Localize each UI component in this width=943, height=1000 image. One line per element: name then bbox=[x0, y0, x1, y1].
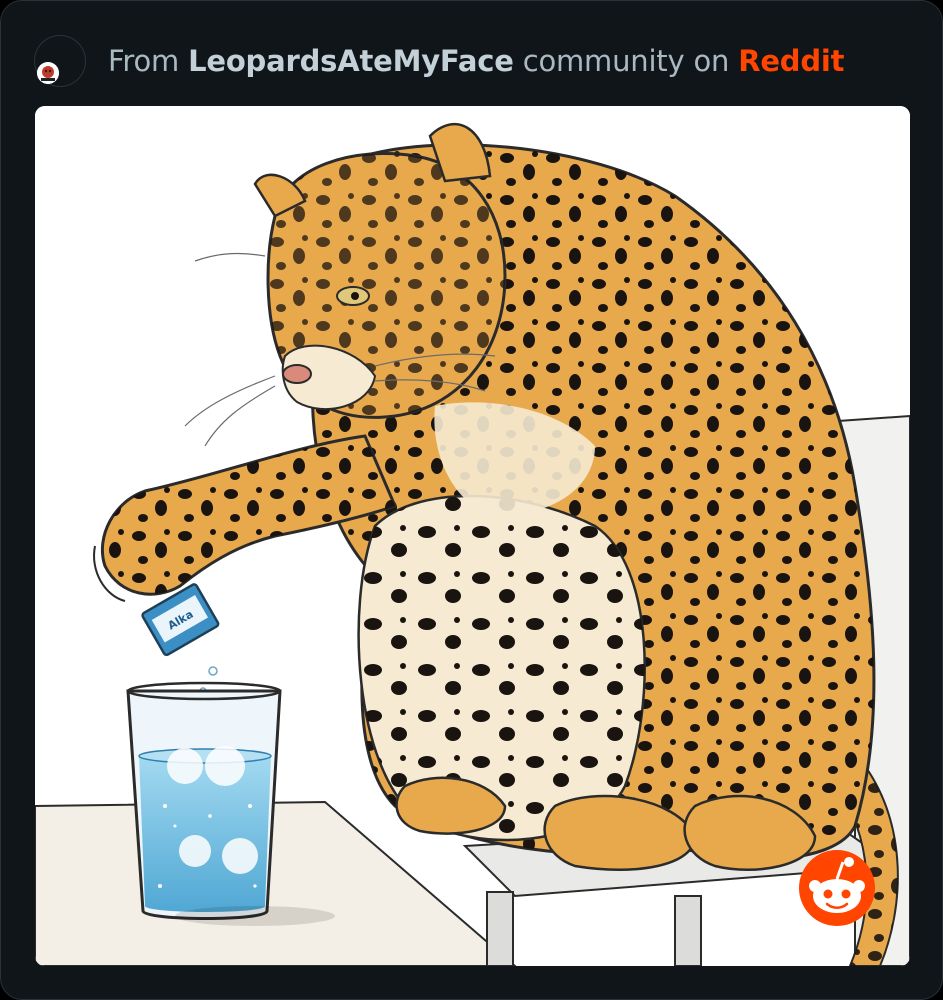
reddit-brand-link[interactable]: Reddit bbox=[738, 44, 844, 78]
reddit-share-card: From LeopardsAteMyFace community on Redd… bbox=[0, 0, 943, 1000]
post-source-text: From LeopardsAteMyFace community on Redd… bbox=[108, 44, 845, 78]
reddit-snoo-icon bbox=[797, 848, 877, 928]
community-name-link[interactable]: LeopardsAteMyFace bbox=[188, 44, 514, 78]
community-avatar[interactable] bbox=[34, 35, 86, 87]
community-avatar-icon bbox=[37, 62, 59, 84]
leopard-illustration: Alka bbox=[35, 106, 910, 966]
post-source-header: From LeopardsAteMyFace community on Redd… bbox=[34, 35, 845, 87]
source-middle: community on bbox=[513, 44, 739, 78]
source-prefix: From bbox=[108, 44, 189, 78]
post-image[interactable]: Alka bbox=[35, 106, 910, 966]
